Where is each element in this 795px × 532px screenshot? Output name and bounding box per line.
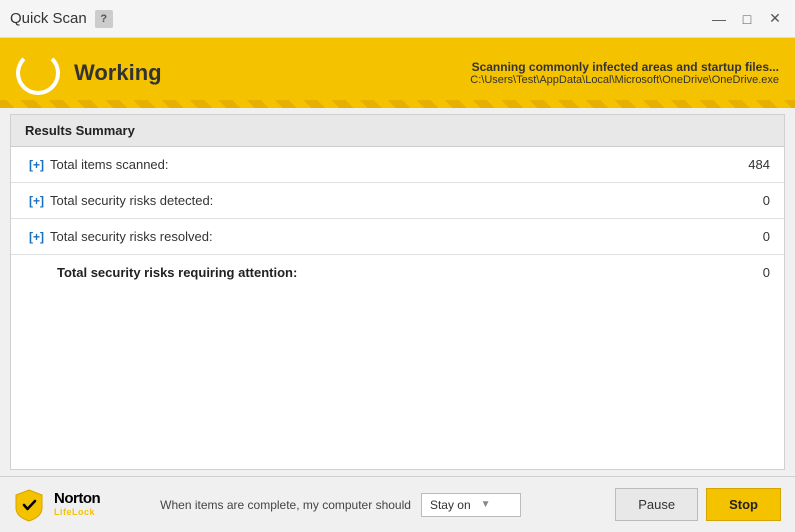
norton-shield-icon xyxy=(14,488,44,522)
stay-on-label: Stay on xyxy=(430,498,471,512)
maximize-button[interactable]: □ xyxy=(737,10,757,28)
row-value: 0 xyxy=(704,183,784,219)
scanning-text: Scanning commonly infected areas and sta… xyxy=(470,60,779,74)
status-bar: Working Scanning commonly infected areas… xyxy=(0,38,795,108)
empty-area xyxy=(11,290,784,469)
window-title: Quick Scan xyxy=(10,10,87,27)
row-value: 0 xyxy=(704,255,784,291)
close-button[interactable]: ✕ xyxy=(765,10,785,28)
working-spinner xyxy=(16,51,60,95)
expand-button[interactable]: [+] xyxy=(29,158,44,172)
table-row: [+] Total security risks resolved: 0 xyxy=(11,219,784,255)
title-bar-left: Quick Scan ? xyxy=(10,10,113,28)
dropdown-arrow-icon: ▼ xyxy=(481,499,491,510)
title-bar: Quick Scan ? — □ ✕ xyxy=(0,0,795,38)
row-label: Total security risks resolved: xyxy=(50,229,213,244)
expand-button[interactable]: [+] xyxy=(29,230,44,244)
title-bar-controls: — □ ✕ xyxy=(709,10,785,28)
table-row: [+] Total security risks detected: 0 xyxy=(11,183,784,219)
results-table: [+] Total items scanned: 484 [+] Total secur… xyxy=(11,147,784,290)
row-label: Total items scanned: xyxy=(50,157,169,172)
completion-label: When items are complete, my computer sho… xyxy=(160,498,411,512)
row-label: Total security risks requiring attention… xyxy=(57,265,297,280)
results-header: Results Summary xyxy=(11,115,784,147)
footer-buttons: Pause Stop xyxy=(615,488,781,521)
stay-on-select[interactable]: Stay on ▼ xyxy=(421,493,521,517)
norton-logo xyxy=(14,488,44,522)
stop-button[interactable]: Stop xyxy=(706,488,781,521)
help-badge[interactable]: ? xyxy=(95,10,113,28)
minimize-button[interactable]: — xyxy=(709,10,729,28)
norton-sub: LifeLock xyxy=(54,508,100,518)
row-label: Total security risks detected: xyxy=(50,193,213,208)
row-value: 0 xyxy=(704,219,784,255)
norton-text-block: Norton LifeLock xyxy=(54,491,100,517)
main-content: Results Summary [+] Total items scanned: 4… xyxy=(10,114,785,470)
scan-info: Scanning commonly infected areas and sta… xyxy=(470,60,779,86)
scanning-file: C:\Users\Test\AppData\Local\Microsoft\On… xyxy=(470,74,779,86)
footer: Norton LifeLock When items are complete,… xyxy=(0,476,795,532)
norton-name: Norton xyxy=(54,491,100,508)
table-row: Total security risks requiring attention… xyxy=(11,255,784,291)
working-label: Working xyxy=(74,60,470,86)
table-row: [+] Total items scanned: 484 xyxy=(11,147,784,183)
row-value: 484 xyxy=(704,147,784,183)
expand-button[interactable]: [+] xyxy=(29,194,44,208)
pause-button[interactable]: Pause xyxy=(615,488,698,521)
footer-left: Norton LifeLock When items are complete,… xyxy=(14,488,521,522)
